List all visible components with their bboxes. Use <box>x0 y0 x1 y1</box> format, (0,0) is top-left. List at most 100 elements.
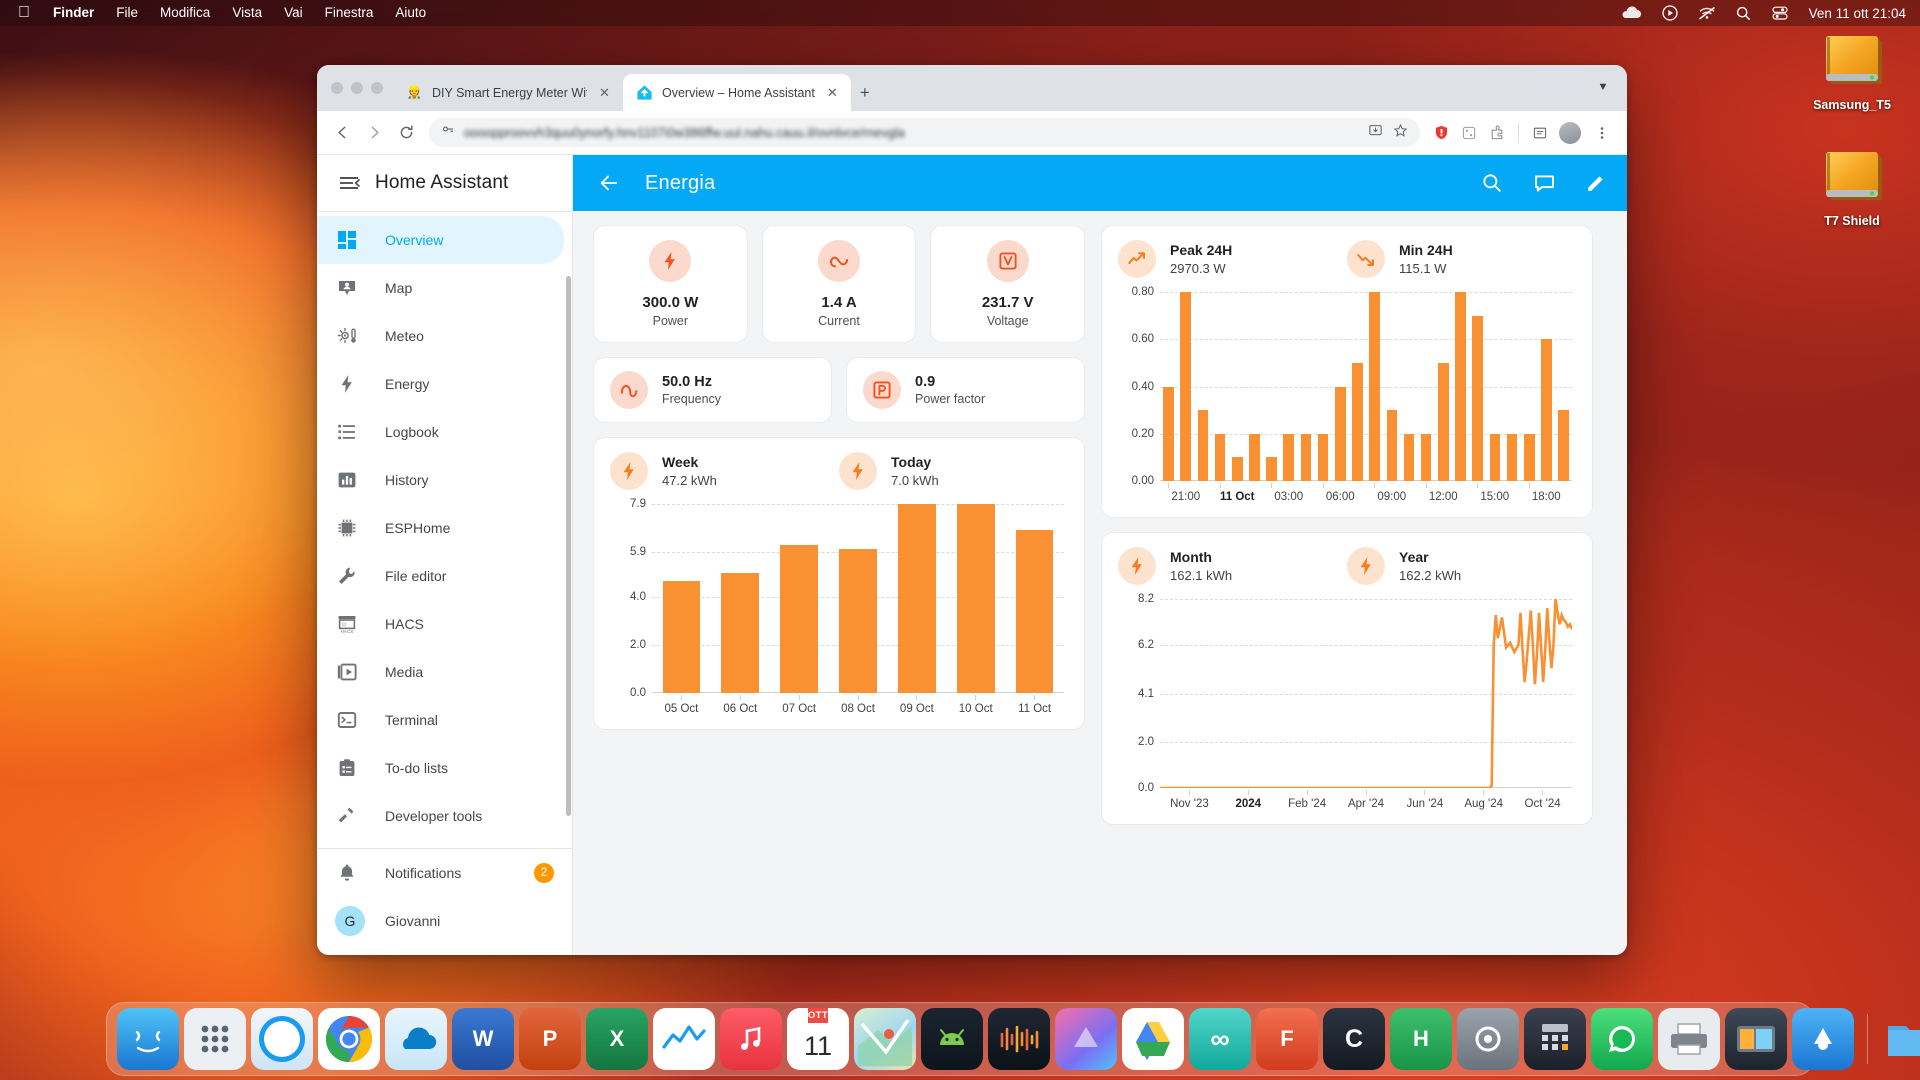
sensor-card-power-factor[interactable]: 0.9 Power factor <box>846 357 1085 423</box>
dock-item-calculator[interactable] <box>1524 1008 1586 1070</box>
dock-item-audio-app[interactable] <box>988 1008 1050 1070</box>
forward-button[interactable] <box>359 118 389 148</box>
bar-slot[interactable] <box>1315 292 1332 481</box>
sidebar-item-to-do-lists[interactable]: To-do lists <box>317 744 564 792</box>
menu-item-file[interactable]: File <box>105 0 149 26</box>
bar-slot[interactable] <box>1160 292 1177 481</box>
star-icon[interactable] <box>1393 123 1408 143</box>
dock-item-word[interactable]: W <box>452 1008 514 1070</box>
reading-list-icon[interactable] <box>1527 120 1553 146</box>
menu-item-modifica[interactable]: Modifica <box>149 0 221 26</box>
control-center-icon[interactable] <box>1761 0 1799 26</box>
sidebar-item-notifications[interactable]: Notifications 2 <box>317 849 564 897</box>
bar-slot[interactable] <box>1538 292 1555 481</box>
desktop-icon-samsung-t5[interactable]: Samsung_T5 <box>1794 30 1910 112</box>
menu-item-vai[interactable]: Vai <box>273 0 314 26</box>
sensor-card-current[interactable]: 1.4 A Current <box>762 225 917 343</box>
bar-slot[interactable] <box>1452 292 1469 481</box>
dock-item-infinity-app[interactable]: ∞ <box>1189 1008 1251 1070</box>
sidebar-item-file-editor[interactable]: File editor <box>317 552 564 600</box>
close-tab-icon[interactable]: ✕ <box>824 84 841 101</box>
dock-item-music[interactable] <box>720 1008 782 1070</box>
bar-slot[interactable] <box>1263 292 1280 481</box>
sidebar-item-terminal[interactable]: Terminal <box>317 696 564 744</box>
back-button[interactable] <box>327 118 357 148</box>
bar-slot[interactable] <box>1194 292 1211 481</box>
dock-item-excel[interactable]: X <box>586 1008 648 1070</box>
bar-slot[interactable] <box>1418 292 1435 481</box>
cloud-icon[interactable] <box>1610 0 1652 26</box>
bar-slot[interactable] <box>1177 292 1194 481</box>
dock-item-calendar[interactable]: OTT 11 <box>787 1008 849 1070</box>
browser-tab-home-assistant-overview[interactable]: Overview – Home Assistant ✕ <box>623 74 851 111</box>
search-icon[interactable] <box>1726 0 1761 26</box>
sidebar-item-map[interactable]: Map <box>317 264 564 312</box>
dock-item-android-studio[interactable] <box>921 1008 983 1070</box>
bar-slot[interactable] <box>1435 292 1452 481</box>
play-circle-icon[interactable] <box>1652 0 1688 26</box>
desktop-icon-t7-shield[interactable]: T7 Shield <box>1794 146 1910 228</box>
bar-slot[interactable] <box>1349 292 1366 481</box>
minimize-button[interactable] <box>351 82 363 94</box>
dock-item-fusion[interactable]: F <box>1256 1008 1318 1070</box>
sidebar-item-hacs[interactable]: HACS HACS <box>317 600 564 648</box>
dock-item-files-folder[interactable] <box>1881 1008 1920 1070</box>
dock-item-safari[interactable] <box>251 1008 313 1070</box>
sidebar-item-esphome[interactable]: ESPHome <box>317 504 564 552</box>
bar-slot[interactable] <box>1212 292 1229 481</box>
browser-tab-diy-smart-energy-meter[interactable]: 👷 DIY Smart Energy Meter With ✕ <box>393 74 623 111</box>
bar-slot[interactable] <box>1503 292 1520 481</box>
dock-item-screenshots[interactable] <box>1725 1008 1787 1070</box>
bar-slot[interactable] <box>1400 292 1417 481</box>
menu-item-finestra[interactable]: Finestra <box>314 0 385 26</box>
bar-slot[interactable] <box>1555 292 1572 481</box>
sensor-card-power[interactable]: 300.0 W Power <box>593 225 748 343</box>
dock-item-cursor[interactable]: C <box>1323 1008 1385 1070</box>
bar-slot[interactable] <box>946 504 1005 693</box>
menu-item-vista[interactable]: Vista <box>221 0 273 26</box>
collapse-sidebar-icon[interactable] <box>337 171 361 195</box>
apple-logo-icon[interactable]:  <box>12 1 42 25</box>
maximize-button[interactable] <box>371 82 383 94</box>
sidebar-item-history[interactable]: History <box>317 456 564 504</box>
three-dot-menu-icon[interactable] <box>1587 118 1617 148</box>
assist-chat-icon[interactable] <box>1531 170 1557 196</box>
bar-slot[interactable] <box>1383 292 1400 481</box>
bar-slot[interactable] <box>1469 292 1486 481</box>
search-icon[interactable] <box>1479 170 1505 196</box>
sidebar-item-media[interactable]: Media <box>317 648 564 696</box>
edit-pencil-icon[interactable] <box>1583 170 1609 196</box>
dock-item-launchpad[interactable] <box>184 1008 246 1070</box>
back-button[interactable] <box>595 169 623 197</box>
sidebar-item-developer-tools[interactable]: Developer tools <box>317 792 564 840</box>
bar-slot[interactable] <box>1280 292 1297 481</box>
menu-bar-clock[interactable]: Ven 11 ott 21:04 <box>1799 6 1906 21</box>
new-tab-button[interactable]: + <box>851 74 879 111</box>
sidebar-item-user[interactable]: G Giovanni <box>317 897 564 945</box>
bar-slot[interactable] <box>1297 292 1314 481</box>
bar-slot[interactable] <box>1229 292 1246 481</box>
install-app-icon[interactable] <box>1368 123 1383 143</box>
dock-item-whatsapp[interactable] <box>1591 1008 1653 1070</box>
wifi-off-icon[interactable] <box>1688 0 1726 26</box>
sidebar-item-energy[interactable]: Energy <box>317 360 564 408</box>
menu-item-aiuto[interactable]: Aiuto <box>384 0 437 26</box>
dock-item-settings[interactable] <box>1457 1008 1519 1070</box>
sidebar-scroll-area[interactable]: Overview Map Meteo <box>317 212 572 846</box>
profile-avatar-icon[interactable] <box>1555 118 1585 148</box>
dock-item-app-store-like[interactable] <box>1792 1008 1854 1070</box>
dock-item-photoshop-like[interactable] <box>1055 1008 1117 1070</box>
dock-item-drive[interactable] <box>1122 1008 1184 1070</box>
menu-item-finder[interactable]: Finder <box>42 0 105 26</box>
dock-item-powerpoint[interactable]: P <box>519 1008 581 1070</box>
bar-slot[interactable] <box>1005 504 1064 693</box>
bar-slot[interactable] <box>829 504 888 693</box>
chart-card-month-year[interactable]: Month 162.1 kWh Year 162.2 kW <box>1101 532 1593 825</box>
bar-slot[interactable] <box>887 504 946 693</box>
dock-item-maps[interactable] <box>854 1008 916 1070</box>
dock-item-stocks[interactable] <box>653 1008 715 1070</box>
chart-card-peak-min-24h[interactable]: Peak 24H 2970.3 W Min 24H 115 <box>1101 225 1593 518</box>
shield-icon[interactable] <box>1428 120 1454 146</box>
bar-slot[interactable] <box>1246 292 1263 481</box>
extensions-icon[interactable] <box>1484 120 1510 146</box>
